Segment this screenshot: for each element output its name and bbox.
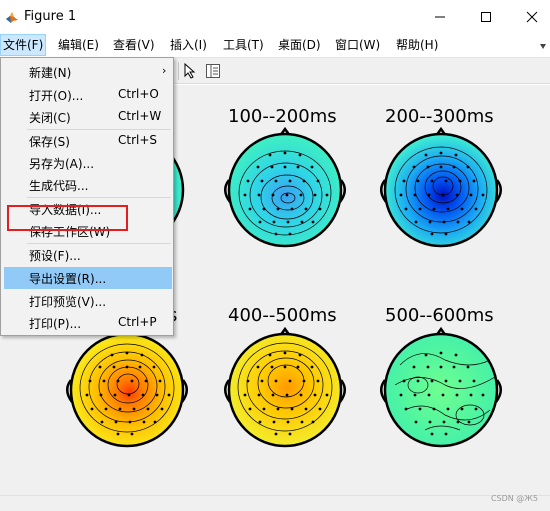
menu-item-shortcut: Ctrl+O bbox=[118, 87, 159, 101]
pointer-arrow-icon[interactable] bbox=[183, 63, 197, 79]
menu-insert[interactable]: 插入(I) bbox=[168, 34, 209, 56]
minimize-icon bbox=[435, 16, 445, 18]
menu-desktop[interactable]: 桌面(D) bbox=[276, 34, 323, 56]
dock-pin-icon[interactable] bbox=[540, 44, 546, 50]
menu-bar: 文件(F) 编辑(E) 查看(V) 插入(I) 工具(T) 桌面(D) 窗口(W… bbox=[0, 34, 550, 56]
menu-item-generate-code[interactable]: 生成代码... bbox=[4, 174, 172, 196]
minimize-button[interactable] bbox=[417, 0, 463, 34]
topoplot-head-400-500 bbox=[224, 326, 346, 448]
plot-title-400-500: 400--500ms bbox=[228, 305, 337, 326]
close-button[interactable] bbox=[509, 0, 550, 34]
status-bar bbox=[0, 495, 550, 511]
highlight-annotation-box bbox=[7, 205, 128, 231]
menu-item-label: 打开(O)... bbox=[29, 89, 84, 103]
menu-window[interactable]: 窗口(W) bbox=[333, 34, 382, 56]
plot-title-100-200: 100--200ms bbox=[228, 106, 337, 127]
watermark-text: CSDN @Ж5 bbox=[490, 494, 538, 503]
plot-title-500-600: 500--600ms bbox=[385, 305, 494, 326]
menu-tools[interactable]: 工具(T) bbox=[221, 34, 266, 56]
menu-item-label: 预设(F)... bbox=[29, 249, 81, 263]
menu-item-label: 保存(S) bbox=[29, 135, 70, 149]
menu-item-label: 新建(N) bbox=[29, 66, 72, 80]
maximize-icon bbox=[481, 12, 491, 22]
menu-item-print-preview[interactable]: 打印预览(V)... bbox=[4, 290, 172, 312]
menu-edit[interactable]: 编辑(E) bbox=[56, 34, 101, 56]
matlab-logo-icon bbox=[6, 12, 18, 23]
menu-item-save-as[interactable]: 另存为(A)... bbox=[4, 152, 172, 174]
menu-item-label: 另存为(A)... bbox=[29, 157, 95, 171]
menu-item-label: 打印预览(V)... bbox=[29, 295, 107, 309]
menu-item-new[interactable]: 新建(N) › bbox=[4, 61, 172, 83]
toolbar-separator bbox=[178, 62, 179, 80]
menu-item-label: 导出设置(R)... bbox=[29, 272, 107, 286]
topoplot-head-500-600 bbox=[380, 326, 502, 448]
menu-item-export-setup[interactable]: 导出设置(R)... bbox=[4, 267, 172, 289]
menu-item-shortcut: Ctrl+S bbox=[118, 133, 158, 147]
topoplot-head-100-200 bbox=[224, 126, 346, 248]
menu-item-label: 关闭(C) bbox=[29, 111, 71, 125]
menu-file[interactable]: 文件(F) bbox=[0, 34, 47, 56]
menu-item-label: 生成代码... bbox=[29, 179, 89, 193]
menu-item-shortcut: Ctrl+W bbox=[118, 109, 162, 123]
maximize-button[interactable] bbox=[463, 0, 509, 34]
submenu-arrow-icon: › bbox=[162, 64, 167, 77]
menu-item-shortcut: Ctrl+P bbox=[118, 315, 157, 329]
close-icon bbox=[526, 11, 538, 23]
menu-item-save[interactable]: 保存(S) Ctrl+S bbox=[4, 130, 172, 152]
title-bar: Figure 1 bbox=[0, 0, 550, 34]
menu-item-label: 打印(P)... bbox=[29, 317, 82, 331]
topoplot-head-300-400 bbox=[66, 326, 188, 448]
menu-item-open[interactable]: 打开(O)... Ctrl+O bbox=[4, 84, 172, 106]
property-inspector-icon[interactable] bbox=[205, 63, 221, 79]
menu-item-preferences[interactable]: 预设(F)... bbox=[4, 244, 172, 266]
window-title: Figure 1 bbox=[24, 9, 77, 24]
topoplot-head-200-300 bbox=[380, 126, 502, 248]
menu-view[interactable]: 查看(V) bbox=[111, 34, 157, 56]
plot-title-200-300: 200--300ms bbox=[385, 106, 494, 127]
file-menu-dropdown: 新建(N) › 打开(O)... Ctrl+O 关闭(C) Ctrl+W 保存(… bbox=[0, 57, 174, 336]
menu-help[interactable]: 帮助(H) bbox=[394, 34, 440, 56]
menu-item-print[interactable]: 打印(P)... Ctrl+P bbox=[4, 312, 172, 334]
menu-item-close[interactable]: 关闭(C) Ctrl+W bbox=[4, 106, 172, 128]
